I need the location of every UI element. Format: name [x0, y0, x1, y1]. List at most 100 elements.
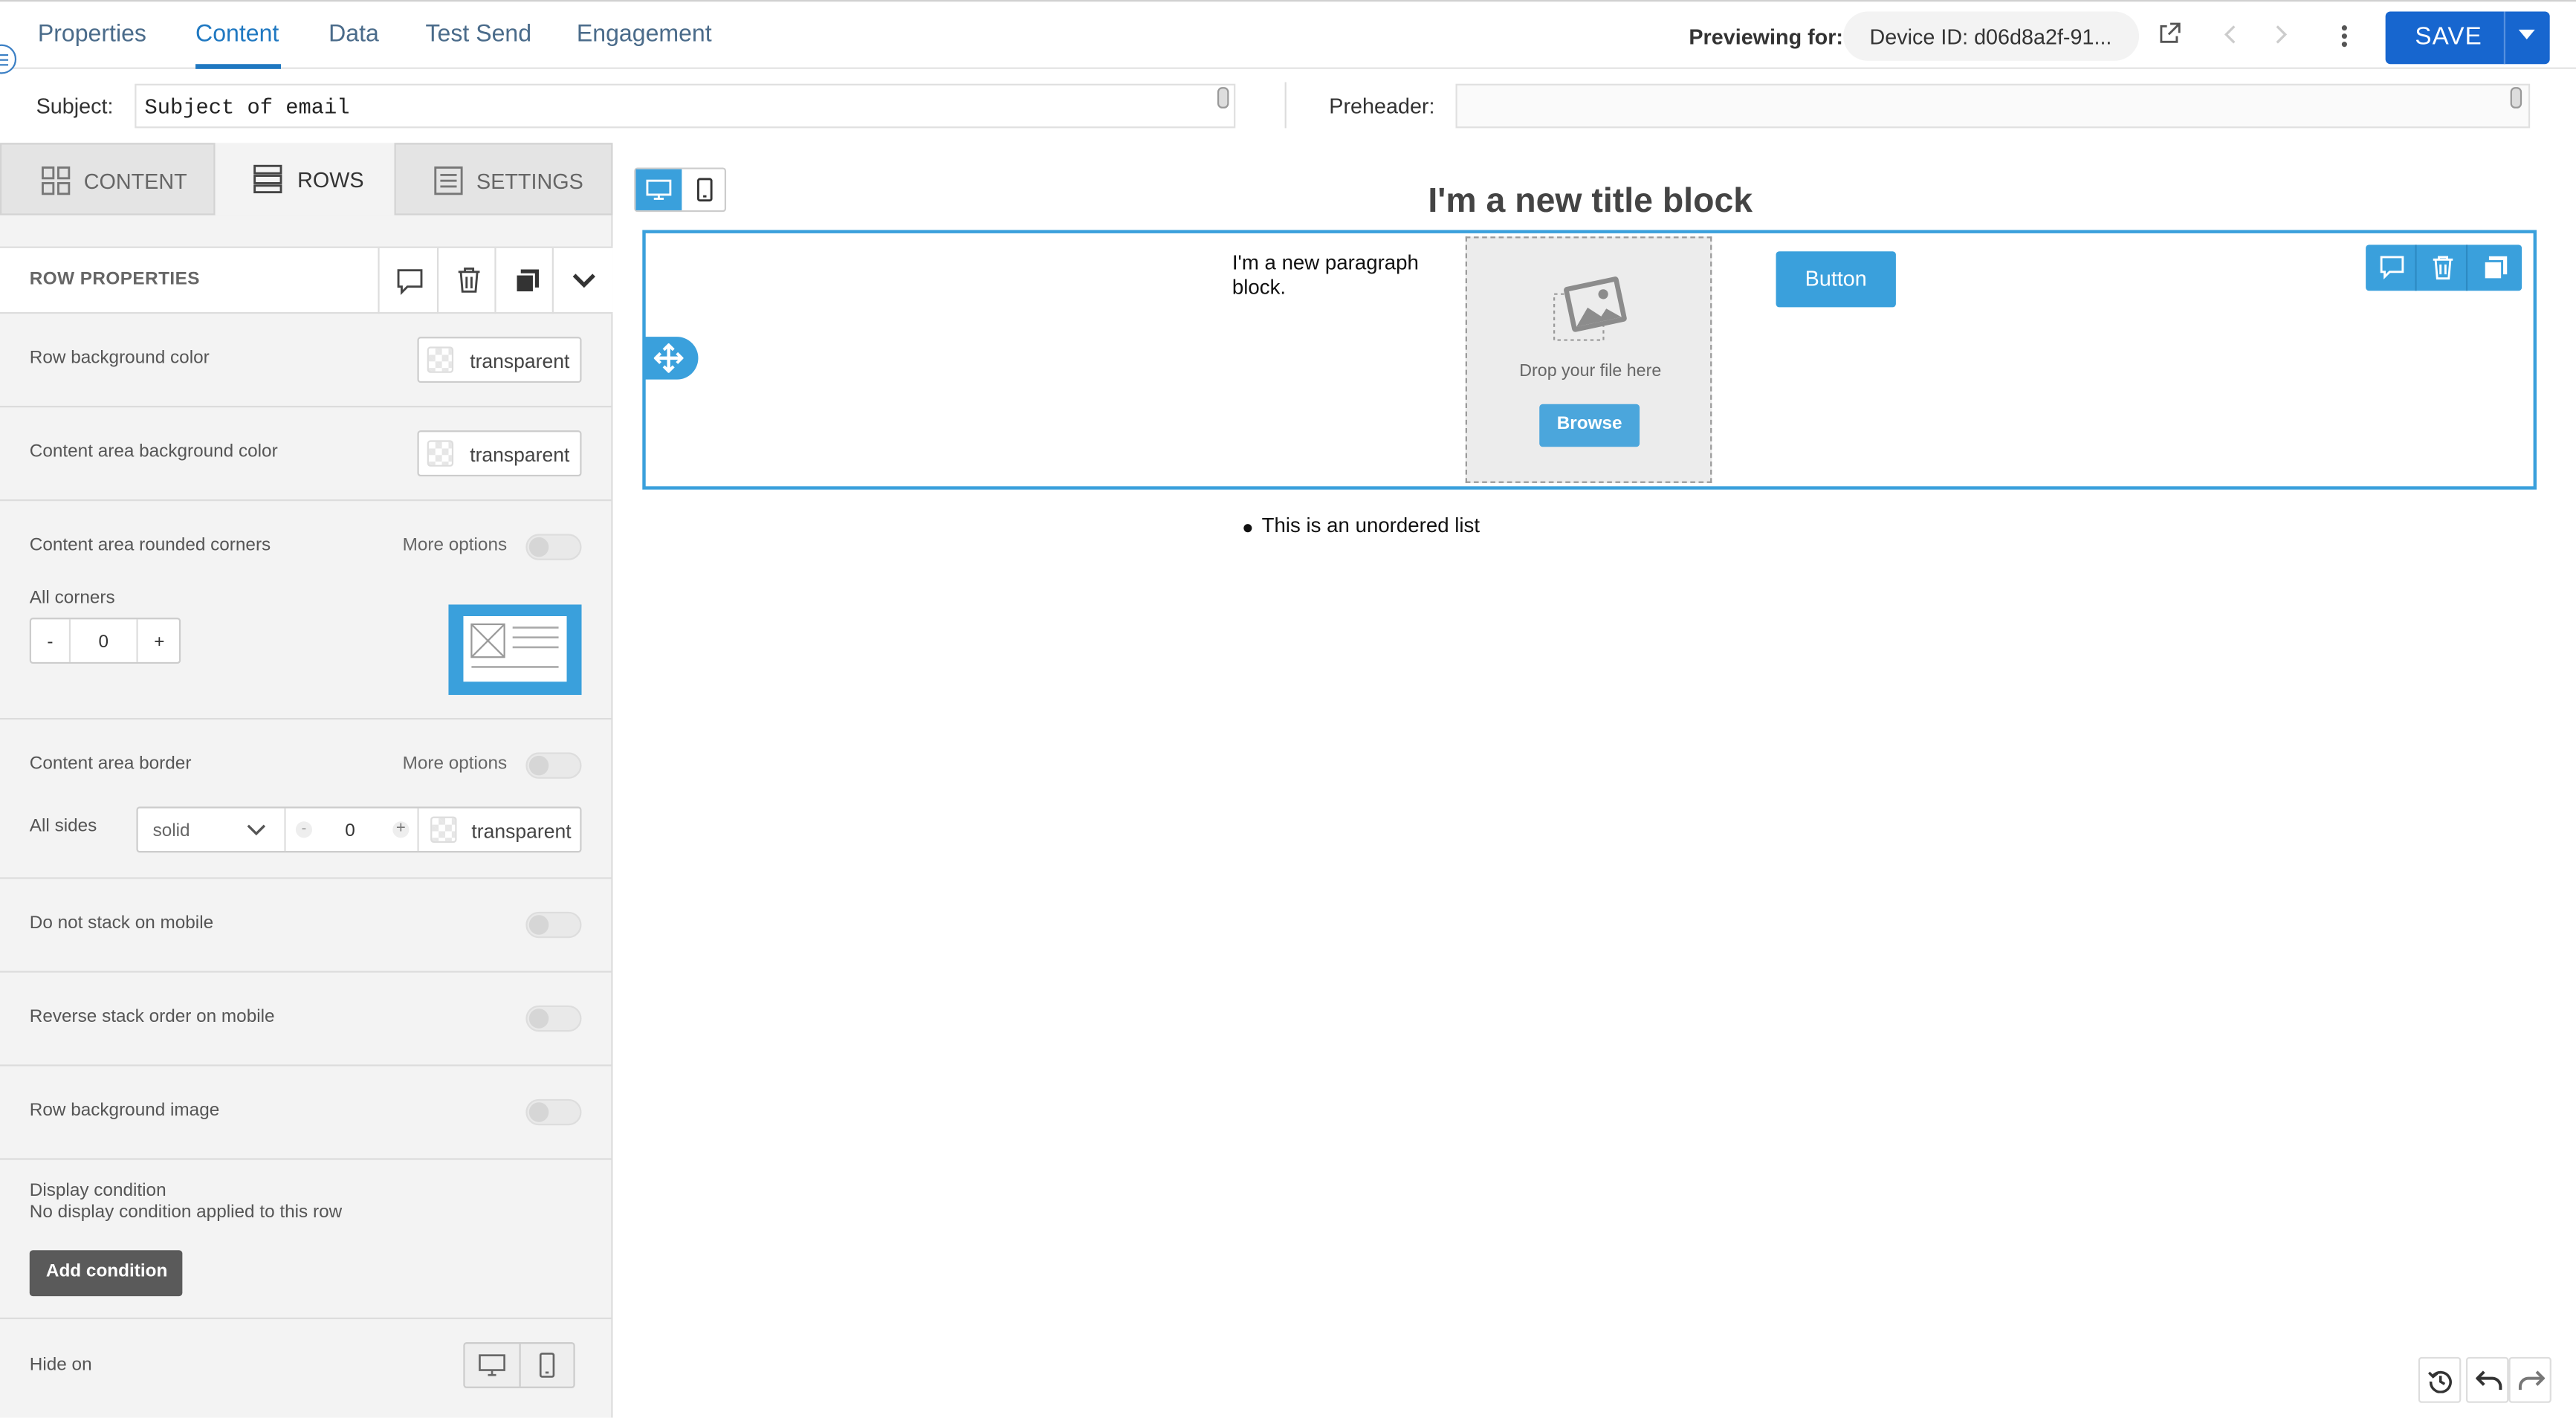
redo-button[interactable]: [2508, 1356, 2551, 1403]
transparent-swatch-icon: [427, 346, 454, 373]
list-bullet: [1243, 524, 1252, 533]
panel-tab-content[interactable]: CONTENT: [0, 143, 216, 216]
corners-decrement[interactable]: -: [31, 619, 71, 662]
collapse-button[interactable]: [551, 247, 613, 314]
corners-stepper[interactable]: - 0 +: [29, 618, 181, 664]
tab-properties[interactable]: Properties: [38, 22, 146, 48]
border-more-options-toggle[interactable]: [525, 752, 582, 779]
panel-tab-content-label: CONTENT: [83, 169, 187, 194]
border-divider: [417, 808, 419, 852]
display-condition-label: Display condition: [29, 1181, 166, 1201]
bg-image-toggle[interactable]: [525, 1098, 582, 1126]
preheader-input[interactable]: [1455, 83, 2531, 129]
preheader-label: Preheader:: [1329, 93, 1435, 119]
border-label: Content area border: [29, 754, 192, 774]
subject-input[interactable]: Subject of email: [135, 83, 1236, 129]
preview-mode-toggle: [634, 167, 727, 213]
history-icon: [2428, 1368, 2453, 1393]
delete-row-button[interactable]: [436, 247, 496, 314]
row-toolbar: [2366, 245, 2522, 291]
email-editor: Properties Content Data Test Send Engage…: [0, 0, 2576, 1418]
no-stack-label: Do not stack on mobile: [29, 913, 214, 933]
next-arrow-icon[interactable]: [2271, 23, 2291, 46]
rounded-corners-setting: Content area rounded corners More option…: [0, 501, 613, 720]
hide-on-toggle-group: [463, 1341, 575, 1388]
menu-toggle-icon[interactable]: [0, 44, 17, 74]
chevron-down-icon[interactable]: [247, 823, 267, 836]
device-selector[interactable]: Device ID: d06d8a2f-91...: [1843, 11, 2140, 61]
duplicate-row-button[interactable]: [494, 247, 554, 314]
tab-engagement[interactable]: Engagement: [577, 22, 712, 48]
previous-arrow-icon[interactable]: [2221, 23, 2242, 46]
tab-data[interactable]: Data: [329, 22, 379, 48]
display-condition-text: No display condition applied to this row: [29, 1202, 343, 1223]
tab-test-send[interactable]: Test Send: [426, 22, 532, 48]
move-icon: [653, 343, 684, 373]
mobile-view-icon[interactable]: [696, 178, 713, 202]
desktop-view-button[interactable]: [635, 169, 682, 210]
add-condition-button[interactable]: Add condition: [29, 1250, 183, 1297]
row-bg-color-setting: Row background color transparent: [0, 314, 613, 408]
row-comment-button[interactable]: [2366, 245, 2417, 291]
external-link-icon[interactable]: [2157, 22, 2181, 46]
paragraph-block[interactable]: I'm a new paragraph block.: [1232, 251, 1446, 300]
panel-tab-settings-label: SETTINGS: [476, 169, 583, 194]
row-bg-color-picker[interactable]: transparent: [417, 337, 582, 383]
row-bg-label: Row background color: [29, 348, 210, 369]
history-controls: [2418, 1356, 2551, 1403]
chevron-down-icon: [572, 273, 596, 289]
panel-tab-settings[interactable]: SETTINGS: [394, 143, 613, 216]
border-more-options-label: More options: [402, 754, 508, 774]
button-block[interactable]: Button: [1776, 251, 1896, 308]
border-width-increment[interactable]: +: [392, 820, 410, 838]
redo-icon: [2518, 1370, 2546, 1392]
field-divider: [1284, 82, 1287, 129]
row-properties-title: ROW PROPERTIES: [29, 269, 200, 290]
trash-icon: [2432, 255, 2455, 281]
row-bg-value: transparent: [470, 349, 570, 373]
corners-value[interactable]: 0: [71, 632, 136, 653]
border-style-value[interactable]: solid: [153, 821, 190, 841]
content-bg-color-picker[interactable]: transparent: [417, 430, 582, 477]
transparent-swatch-icon[interactable]: [430, 816, 457, 843]
border-width-decrement[interactable]: -: [295, 820, 312, 838]
rounded-corners-preview: [448, 604, 582, 696]
rounded-more-options-toggle[interactable]: [525, 534, 582, 560]
title-block[interactable]: I'm a new title block: [1249, 182, 1932, 221]
hide-on-desktop-icon[interactable]: [478, 1353, 506, 1376]
no-stack-setting: Do not stack on mobile: [0, 879, 613, 973]
duplicate-icon: [2482, 255, 2508, 281]
history-button[interactable]: [2418, 1356, 2462, 1403]
comment-icon: [396, 268, 424, 296]
grid-icon: [41, 166, 71, 195]
corners-increment[interactable]: +: [136, 619, 181, 662]
tab-content[interactable]: Content: [195, 22, 279, 48]
save-divider: [2503, 11, 2506, 65]
reverse-stack-toggle[interactable]: [525, 1005, 582, 1032]
panel-tab-rows[interactable]: ROWS: [215, 143, 395, 216]
hide-on-divider: [519, 1344, 521, 1387]
preheader-scrollbar[interactable]: [2510, 87, 2522, 109]
more-vertical-icon[interactable]: [2340, 23, 2349, 49]
settings-list-icon: [434, 166, 464, 195]
save-dropdown-icon[interactable]: [2518, 29, 2535, 41]
image-drop-zone[interactable]: Drop your file here Browse: [1465, 236, 1712, 483]
undo-button[interactable]: [2465, 1356, 2509, 1403]
row-move-handle[interactable]: [644, 337, 699, 380]
bg-image-label: Row background image: [29, 1101, 220, 1121]
layout-preview-icon: [463, 615, 567, 682]
all-sides-label: All sides: [29, 816, 97, 837]
browse-button[interactable]: Browse: [1539, 404, 1640, 447]
comment-button[interactable]: [378, 247, 437, 314]
rounded-corners-label: Content area rounded corners: [29, 535, 271, 556]
border-width-value[interactable]: 0: [345, 821, 355, 841]
panel-tabs: CONTENT ROWS SETTINGS: [0, 143, 613, 216]
hide-on-mobile-icon[interactable]: [539, 1352, 555, 1378]
row-delete-button[interactable]: [2417, 245, 2468, 291]
all-corners-label: All corners: [29, 588, 115, 608]
row-duplicate-button[interactable]: [2467, 245, 2522, 291]
border-color-value[interactable]: transparent: [471, 820, 571, 843]
subject-scrollbar[interactable]: [1217, 87, 1229, 109]
list-block-item[interactable]: This is an unordered list: [1262, 514, 1480, 537]
no-stack-toggle[interactable]: [525, 911, 582, 939]
